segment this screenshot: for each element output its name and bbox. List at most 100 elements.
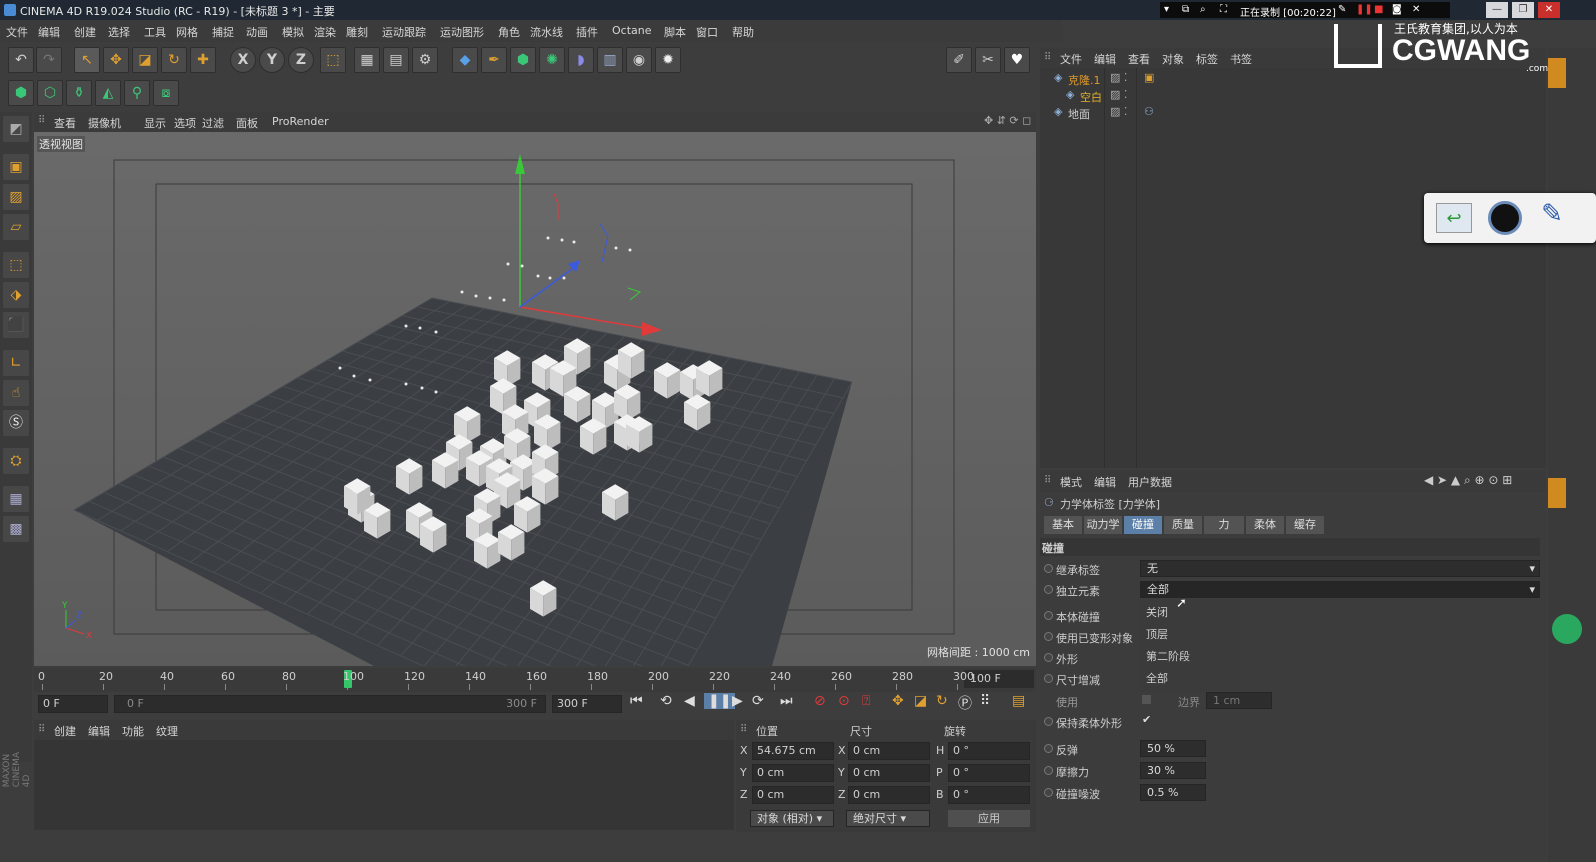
axis-mode-icon[interactable]: ∟ bbox=[3, 350, 29, 376]
cube-object-icon[interactable]: ◆ bbox=[452, 47, 478, 73]
stop-icon[interactable]: ■ bbox=[1374, 4, 1383, 15]
render-picture-viewer-icon[interactable]: ▤ bbox=[383, 47, 409, 73]
inherit-tag-select[interactable]: 无 ▾ bbox=[1140, 560, 1540, 577]
dropdown-option[interactable]: 第二阶段 bbox=[1146, 648, 1190, 664]
visibility-toggle-icon[interactable]: ▨ ⁚ bbox=[1110, 105, 1127, 118]
border-field[interactable]: 1 cm bbox=[1206, 692, 1272, 709]
minimize-button[interactable]: — bbox=[1486, 2, 1508, 18]
size-field[interactable]: 0 cm bbox=[848, 742, 930, 760]
menu-item[interactable]: 模拟 bbox=[282, 24, 304, 40]
viewport-menu-item[interactable]: ProRender bbox=[272, 115, 329, 128]
individual-elements-select[interactable]: 全部 ▾ bbox=[1140, 581, 1540, 598]
object-menu-item[interactable]: 文件 bbox=[1060, 51, 1082, 67]
live-select-icon[interactable]: ✚ bbox=[190, 47, 216, 73]
model-mode-icon[interactable]: ⬢ bbox=[8, 80, 34, 106]
subdivision-icon[interactable]: ⬢ bbox=[510, 47, 536, 73]
rotation-field[interactable]: 0 ° bbox=[948, 786, 1030, 804]
polygons-mode-icon[interactable]: ⬛ bbox=[3, 312, 29, 338]
move-tool-icon[interactable]: ✥ bbox=[103, 47, 129, 73]
z-axis-icon[interactable]: Z bbox=[288, 47, 314, 73]
viewport-menu-item[interactable]: 面板 bbox=[236, 115, 258, 131]
pause-playback-icon[interactable]: ❚❚ bbox=[704, 693, 736, 709]
viewport-menu-item[interactable]: 过滤 bbox=[202, 115, 224, 131]
menu-item[interactable]: 运动跟踪 bbox=[382, 24, 426, 40]
self-collision-radio[interactable] bbox=[1044, 611, 1053, 620]
menu-item[interactable]: 工具 bbox=[144, 24, 166, 40]
individual-radio[interactable] bbox=[1044, 585, 1053, 594]
workplane-icon[interactable]: ▱ bbox=[3, 214, 29, 240]
coordinate-system-icon[interactable]: ⬚ bbox=[320, 47, 346, 73]
end-frame-field[interactable]: 100 F bbox=[964, 670, 1034, 688]
menu-item[interactable]: 动画 bbox=[246, 24, 268, 40]
size-field[interactable]: 0 cm bbox=[848, 764, 930, 782]
keyframe-selection-icon[interactable]: ⍰ bbox=[862, 693, 870, 709]
tab-3[interactable]: 质量 bbox=[1164, 516, 1202, 534]
make-editable-icon[interactable]: ◩ bbox=[3, 116, 29, 142]
floor-icon[interactable]: ▥ bbox=[597, 47, 623, 73]
timeline-window-icon[interactable]: ▤ bbox=[1012, 693, 1025, 709]
edges-mode-icon[interactable]: ⬗ bbox=[3, 282, 29, 308]
grid-options-icon[interactable]: ▩ bbox=[3, 516, 29, 542]
material-menu-item[interactable]: 创建 bbox=[54, 723, 76, 739]
coord-mode-select[interactable]: 对象 (相对) ▾ bbox=[750, 810, 834, 827]
close-button[interactable]: ✕ bbox=[1538, 2, 1560, 18]
tab-1[interactable]: 动力学 bbox=[1084, 516, 1122, 534]
heart-icon[interactable]: ♥ bbox=[1004, 47, 1030, 73]
x-axis-icon[interactable]: X bbox=[230, 47, 256, 73]
undo-icon[interactable]: ↶ bbox=[8, 47, 34, 73]
step-back-icon[interactable]: ◀ bbox=[684, 693, 695, 709]
grid-lock-icon[interactable]: ▦ bbox=[3, 486, 29, 512]
side-tab-attributes[interactable] bbox=[1548, 478, 1566, 508]
menu-item[interactable]: 角色 bbox=[498, 24, 520, 40]
lathe-icon[interactable]: ⧇ bbox=[153, 80, 179, 106]
range-end-field[interactable]: 300 F bbox=[552, 695, 622, 713]
step-forward-icon[interactable]: ▶ bbox=[732, 693, 743, 709]
light-icon[interactable]: ✹ bbox=[655, 47, 681, 73]
object-row[interactable]: ◈ 空白 ▨ ⁚ bbox=[1040, 88, 1540, 104]
material-manager-area[interactable] bbox=[34, 740, 734, 830]
tab-5[interactable]: 柔体 bbox=[1246, 516, 1284, 534]
cloner-icon[interactable]: ✺ bbox=[539, 47, 565, 73]
position-field[interactable]: 0 cm bbox=[752, 786, 834, 804]
viewport-menu-item[interactable]: 查看 bbox=[54, 115, 76, 131]
object-menu-item[interactable]: 标签 bbox=[1196, 51, 1218, 67]
loft-icon[interactable]: ⚲ bbox=[124, 80, 150, 106]
shape-radio[interactable] bbox=[1044, 653, 1053, 662]
frame-range-slider[interactable]: 0 F 300 F bbox=[114, 695, 546, 713]
menu-item[interactable]: 网格 bbox=[176, 24, 198, 40]
previous-key-icon[interactable]: ⟲ bbox=[660, 693, 672, 709]
menu-item[interactable]: 插件 bbox=[576, 24, 598, 40]
render-view-icon[interactable]: ▦ bbox=[354, 47, 380, 73]
viewport-menu-item[interactable]: 摄像机 bbox=[88, 115, 121, 131]
visibility-toggle-icon[interactable]: ▨ ⁚ bbox=[1110, 71, 1127, 84]
search-icon[interactable]: ⌕ bbox=[1200, 4, 1206, 15]
sweep-icon[interactable]: ◭ bbox=[95, 80, 121, 106]
size-field[interactable]: 0 cm bbox=[848, 786, 930, 804]
object-menu-item[interactable]: 查看 bbox=[1128, 51, 1150, 67]
tab-2[interactable]: 碰撞 bbox=[1124, 516, 1162, 534]
restore-icon[interactable]: ⧉ bbox=[1182, 4, 1189, 15]
menu-item[interactable]: 渲染 bbox=[314, 24, 336, 40]
size-increment-radio[interactable] bbox=[1044, 674, 1053, 683]
key-scale-icon[interactable]: ◪ bbox=[914, 693, 927, 709]
brush-icon[interactable]: ✐ bbox=[946, 47, 972, 73]
key-param-icon[interactable]: Ⓟ bbox=[958, 693, 972, 713]
camera-icon[interactable]: ◙ bbox=[1392, 4, 1402, 15]
object-menu-item[interactable]: 编辑 bbox=[1094, 51, 1116, 67]
use-deformed-radio[interactable] bbox=[1044, 632, 1053, 641]
keep-soft-shape-radio[interactable] bbox=[1044, 717, 1053, 726]
position-field[interactable]: 0 cm bbox=[752, 764, 834, 782]
dynamics-tag-icon[interactable]: ▣ bbox=[1144, 71, 1154, 84]
position-field[interactable]: 54.675 cm bbox=[752, 742, 834, 760]
floating-badge[interactable] bbox=[1552, 614, 1582, 644]
points-mode-icon[interactable]: ⬚ bbox=[3, 252, 29, 278]
keep-soft-shape-checkbox[interactable]: ✔ bbox=[1142, 713, 1151, 726]
bounce-radio[interactable] bbox=[1044, 744, 1053, 753]
inherit-radio[interactable] bbox=[1044, 564, 1053, 573]
use-checkbox[interactable] bbox=[1142, 695, 1151, 704]
workplane-lock-icon[interactable]: ⛭ bbox=[3, 448, 29, 474]
menu-item[interactable]: 脚本 bbox=[664, 24, 686, 40]
rotation-field[interactable]: 0 ° bbox=[948, 764, 1030, 782]
pen-spline-icon[interactable]: ✒ bbox=[481, 47, 507, 73]
visibility-toggle-icon[interactable]: ▨ ⁚ bbox=[1110, 88, 1127, 101]
